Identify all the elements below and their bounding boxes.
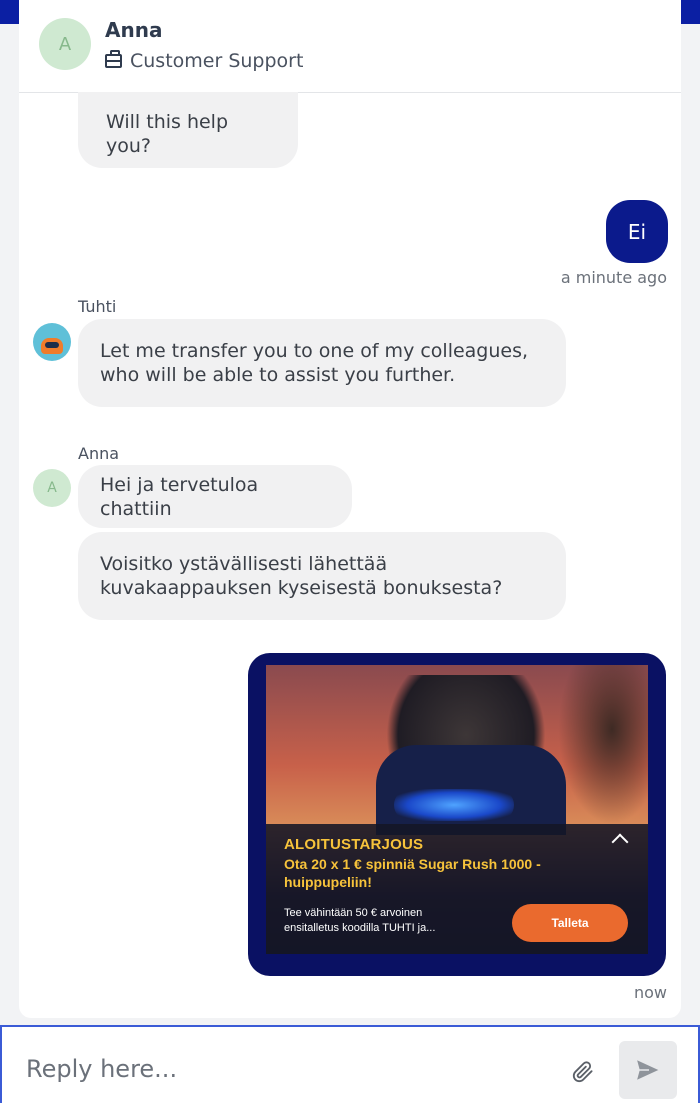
top-strip-left xyxy=(0,0,19,24)
message-bubble-greeting: Hei ja tervetuloa chattiin xyxy=(78,465,352,528)
message-bubble-help: Will this help you? xyxy=(78,92,298,168)
promo-attachment[interactable]: ALOITUSTARJOUS Ota 20 x 1 € spinniä Suga… xyxy=(248,653,666,976)
message-timestamp-now: now xyxy=(633,983,667,1002)
message-text: Will this help you? xyxy=(106,111,229,157)
message-text: Voisitko ystävällisesti lähettää kuvakaa… xyxy=(100,553,503,599)
chat-window: A Anna Customer Support Will this help y… xyxy=(19,0,681,1018)
message-text: Let me transfer you to one of my colleag… xyxy=(100,340,529,386)
message-bubble-transfer: Let me transfer you to one of my colleag… xyxy=(78,319,566,407)
sender-name-tuhti: Tuhti xyxy=(78,297,117,316)
send-button[interactable] xyxy=(619,1041,677,1099)
agent-name: Anna xyxy=(105,18,163,42)
promo-description: Tee vähintään 50 € arvoinen ensitalletus… xyxy=(284,907,436,934)
message-bubble-request: Voisitko ystävällisesti lähettää kuvakaa… xyxy=(78,532,566,620)
promo-image: ALOITUSTARJOUS Ota 20 x 1 € spinniä Suga… xyxy=(266,665,648,954)
sender-name-anna: Anna xyxy=(78,444,120,463)
promo-title: ALOITUSTARJOUS xyxy=(284,836,424,853)
chat-header: A Anna Customer Support xyxy=(19,0,681,93)
promo-background-tree xyxy=(558,665,648,825)
paperclip-icon[interactable] xyxy=(572,1061,594,1083)
top-strip-right xyxy=(681,0,700,24)
reply-input[interactable] xyxy=(26,1049,546,1089)
agent-role-label: Customer Support xyxy=(130,50,304,72)
send-icon xyxy=(635,1058,661,1082)
reply-bar xyxy=(0,1025,700,1103)
slot-reels-icon xyxy=(394,789,514,821)
message-timestamp: a minute ago xyxy=(560,268,667,287)
tuhti-avatar xyxy=(33,323,71,361)
outgoing-message: Ei xyxy=(606,200,668,263)
robot-icon xyxy=(41,338,63,354)
message-text: Hei ja tervetuloa chattiin xyxy=(100,473,259,520)
promo-panel: ALOITUSTARJOUS Ota 20 x 1 € spinniä Suga… xyxy=(266,824,648,954)
agent-role: Customer Support xyxy=(105,50,303,72)
anna-avatar: A xyxy=(33,469,71,507)
deposit-button[interactable]: Talleta xyxy=(512,904,628,942)
briefcase-icon xyxy=(105,50,122,68)
promo-subtitle: Ota 20 x 1 € spinniä Sugar Rush 1000 - h… xyxy=(284,856,541,890)
agent-avatar: A xyxy=(39,18,91,70)
